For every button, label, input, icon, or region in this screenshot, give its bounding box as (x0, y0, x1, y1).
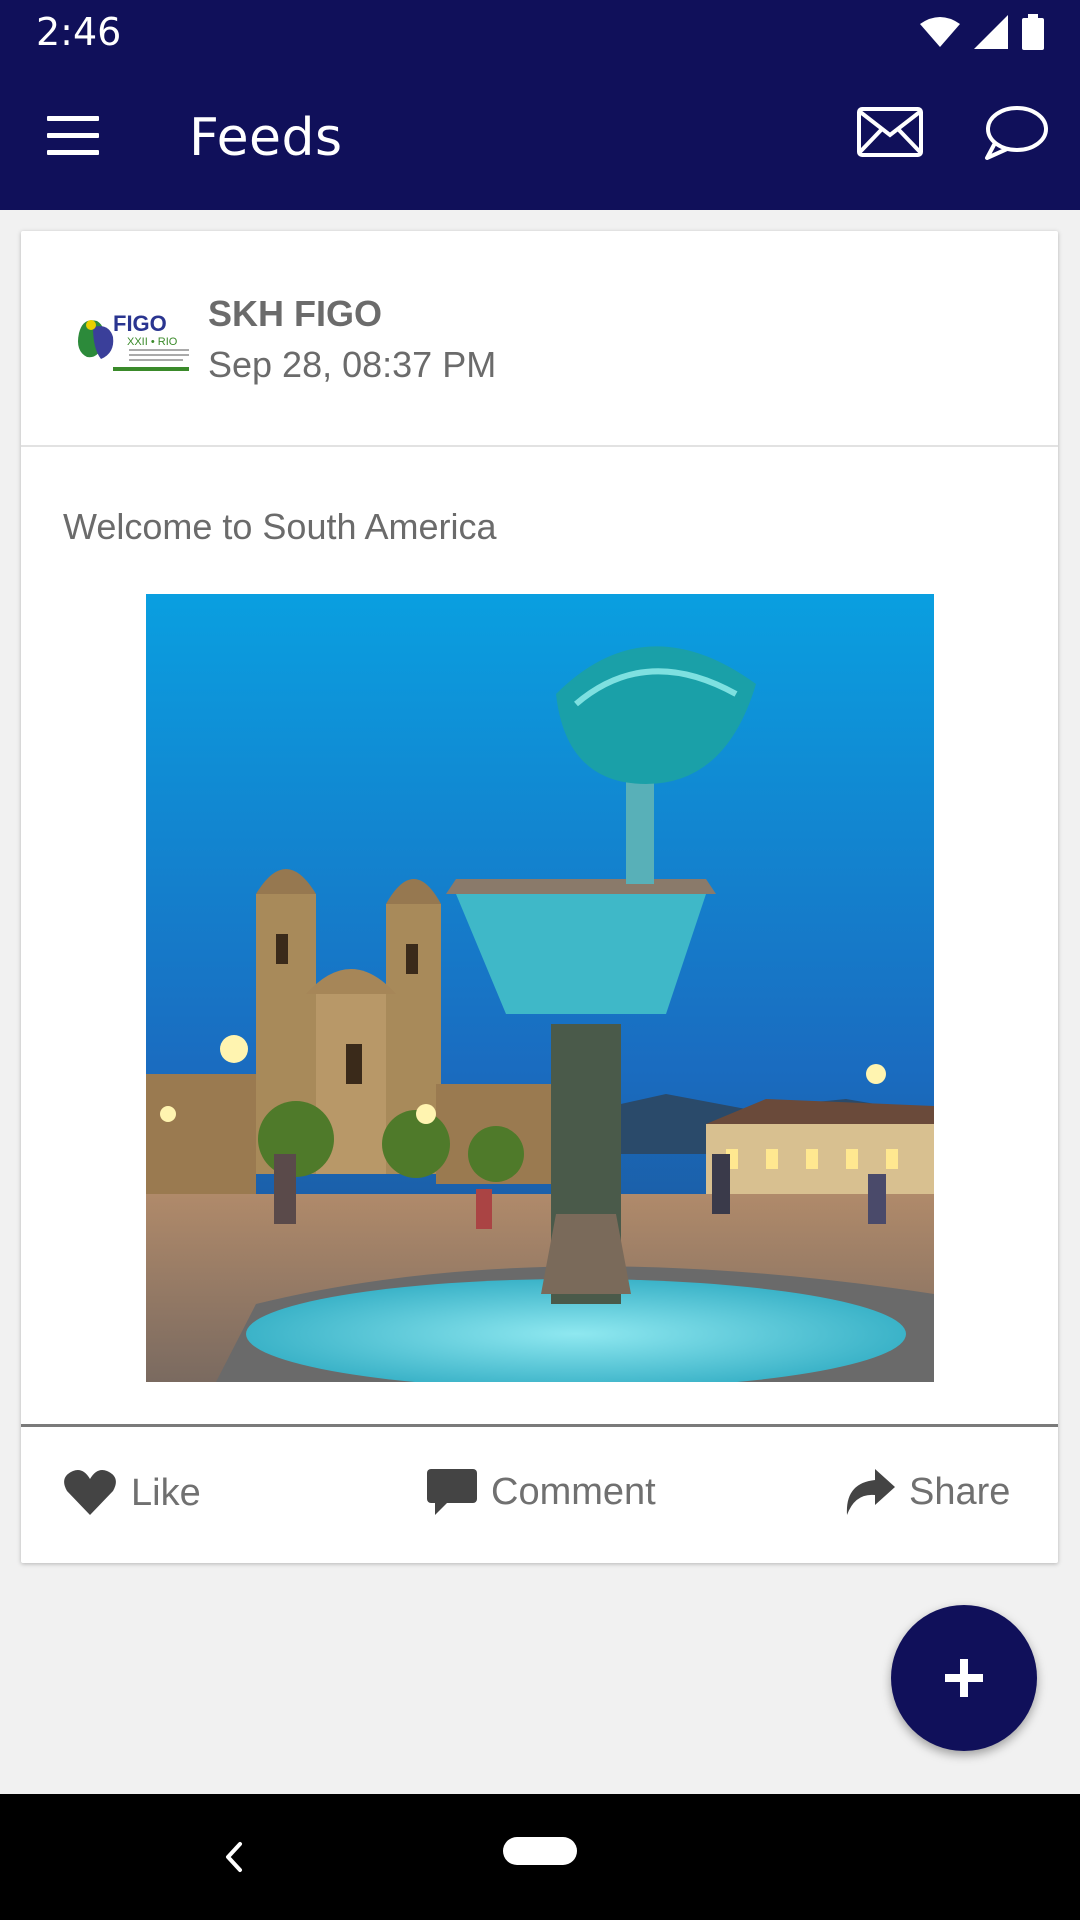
cell-signal-icon (974, 15, 1008, 49)
battery-icon (1022, 14, 1044, 50)
like-label: Like (131, 1471, 201, 1514)
status-time: 2:46 (36, 10, 122, 54)
app-bar: Feeds (0, 64, 1080, 210)
status-bar: 2:46 (0, 0, 1080, 64)
home-pill-icon[interactable] (503, 1837, 577, 1865)
add-post-button[interactable] (891, 1605, 1037, 1751)
logo-main-text: FIGO (113, 311, 167, 336)
like-button[interactable]: Like (63, 1469, 201, 1517)
logo-sub-text: XXII • RIO (127, 336, 178, 348)
share-button[interactable]: Share (845, 1469, 1010, 1515)
post-actions: Like Comment Share (21, 1427, 1058, 1563)
chat-icon[interactable] (983, 105, 1049, 161)
plus-icon (945, 1659, 983, 1697)
navigation-bar (0, 1794, 1080, 1920)
author-logo[interactable]: FIGO XXII • RIO (73, 303, 191, 375)
back-icon[interactable] (218, 1836, 246, 1878)
post-header: FIGO XXII • RIO SKH FIGO Sep 28, 08:37 P… (21, 231, 1058, 447)
post-image[interactable] (146, 594, 934, 1382)
heart-icon (64, 1470, 116, 1515)
post-timestamp: Sep 28, 08:37 PM (208, 344, 497, 385)
share-icon (846, 1469, 895, 1515)
comment-label: Comment (491, 1470, 656, 1513)
comment-icon (427, 1469, 477, 1515)
menu-icon[interactable] (47, 116, 99, 156)
page-title: Feeds (189, 108, 343, 168)
feed-post-card: FIGO XXII • RIO SKH FIGO Sep 28, 08:37 P… (21, 231, 1058, 1563)
post-text: Welcome to South America (63, 506, 497, 547)
mail-icon[interactable] (857, 107, 923, 157)
share-label: Share (909, 1470, 1011, 1513)
comment-button[interactable]: Comment (427, 1469, 656, 1515)
author-name[interactable]: SKH FIGO (208, 293, 382, 335)
status-icons (920, 14, 1044, 50)
wifi-icon (920, 17, 960, 47)
